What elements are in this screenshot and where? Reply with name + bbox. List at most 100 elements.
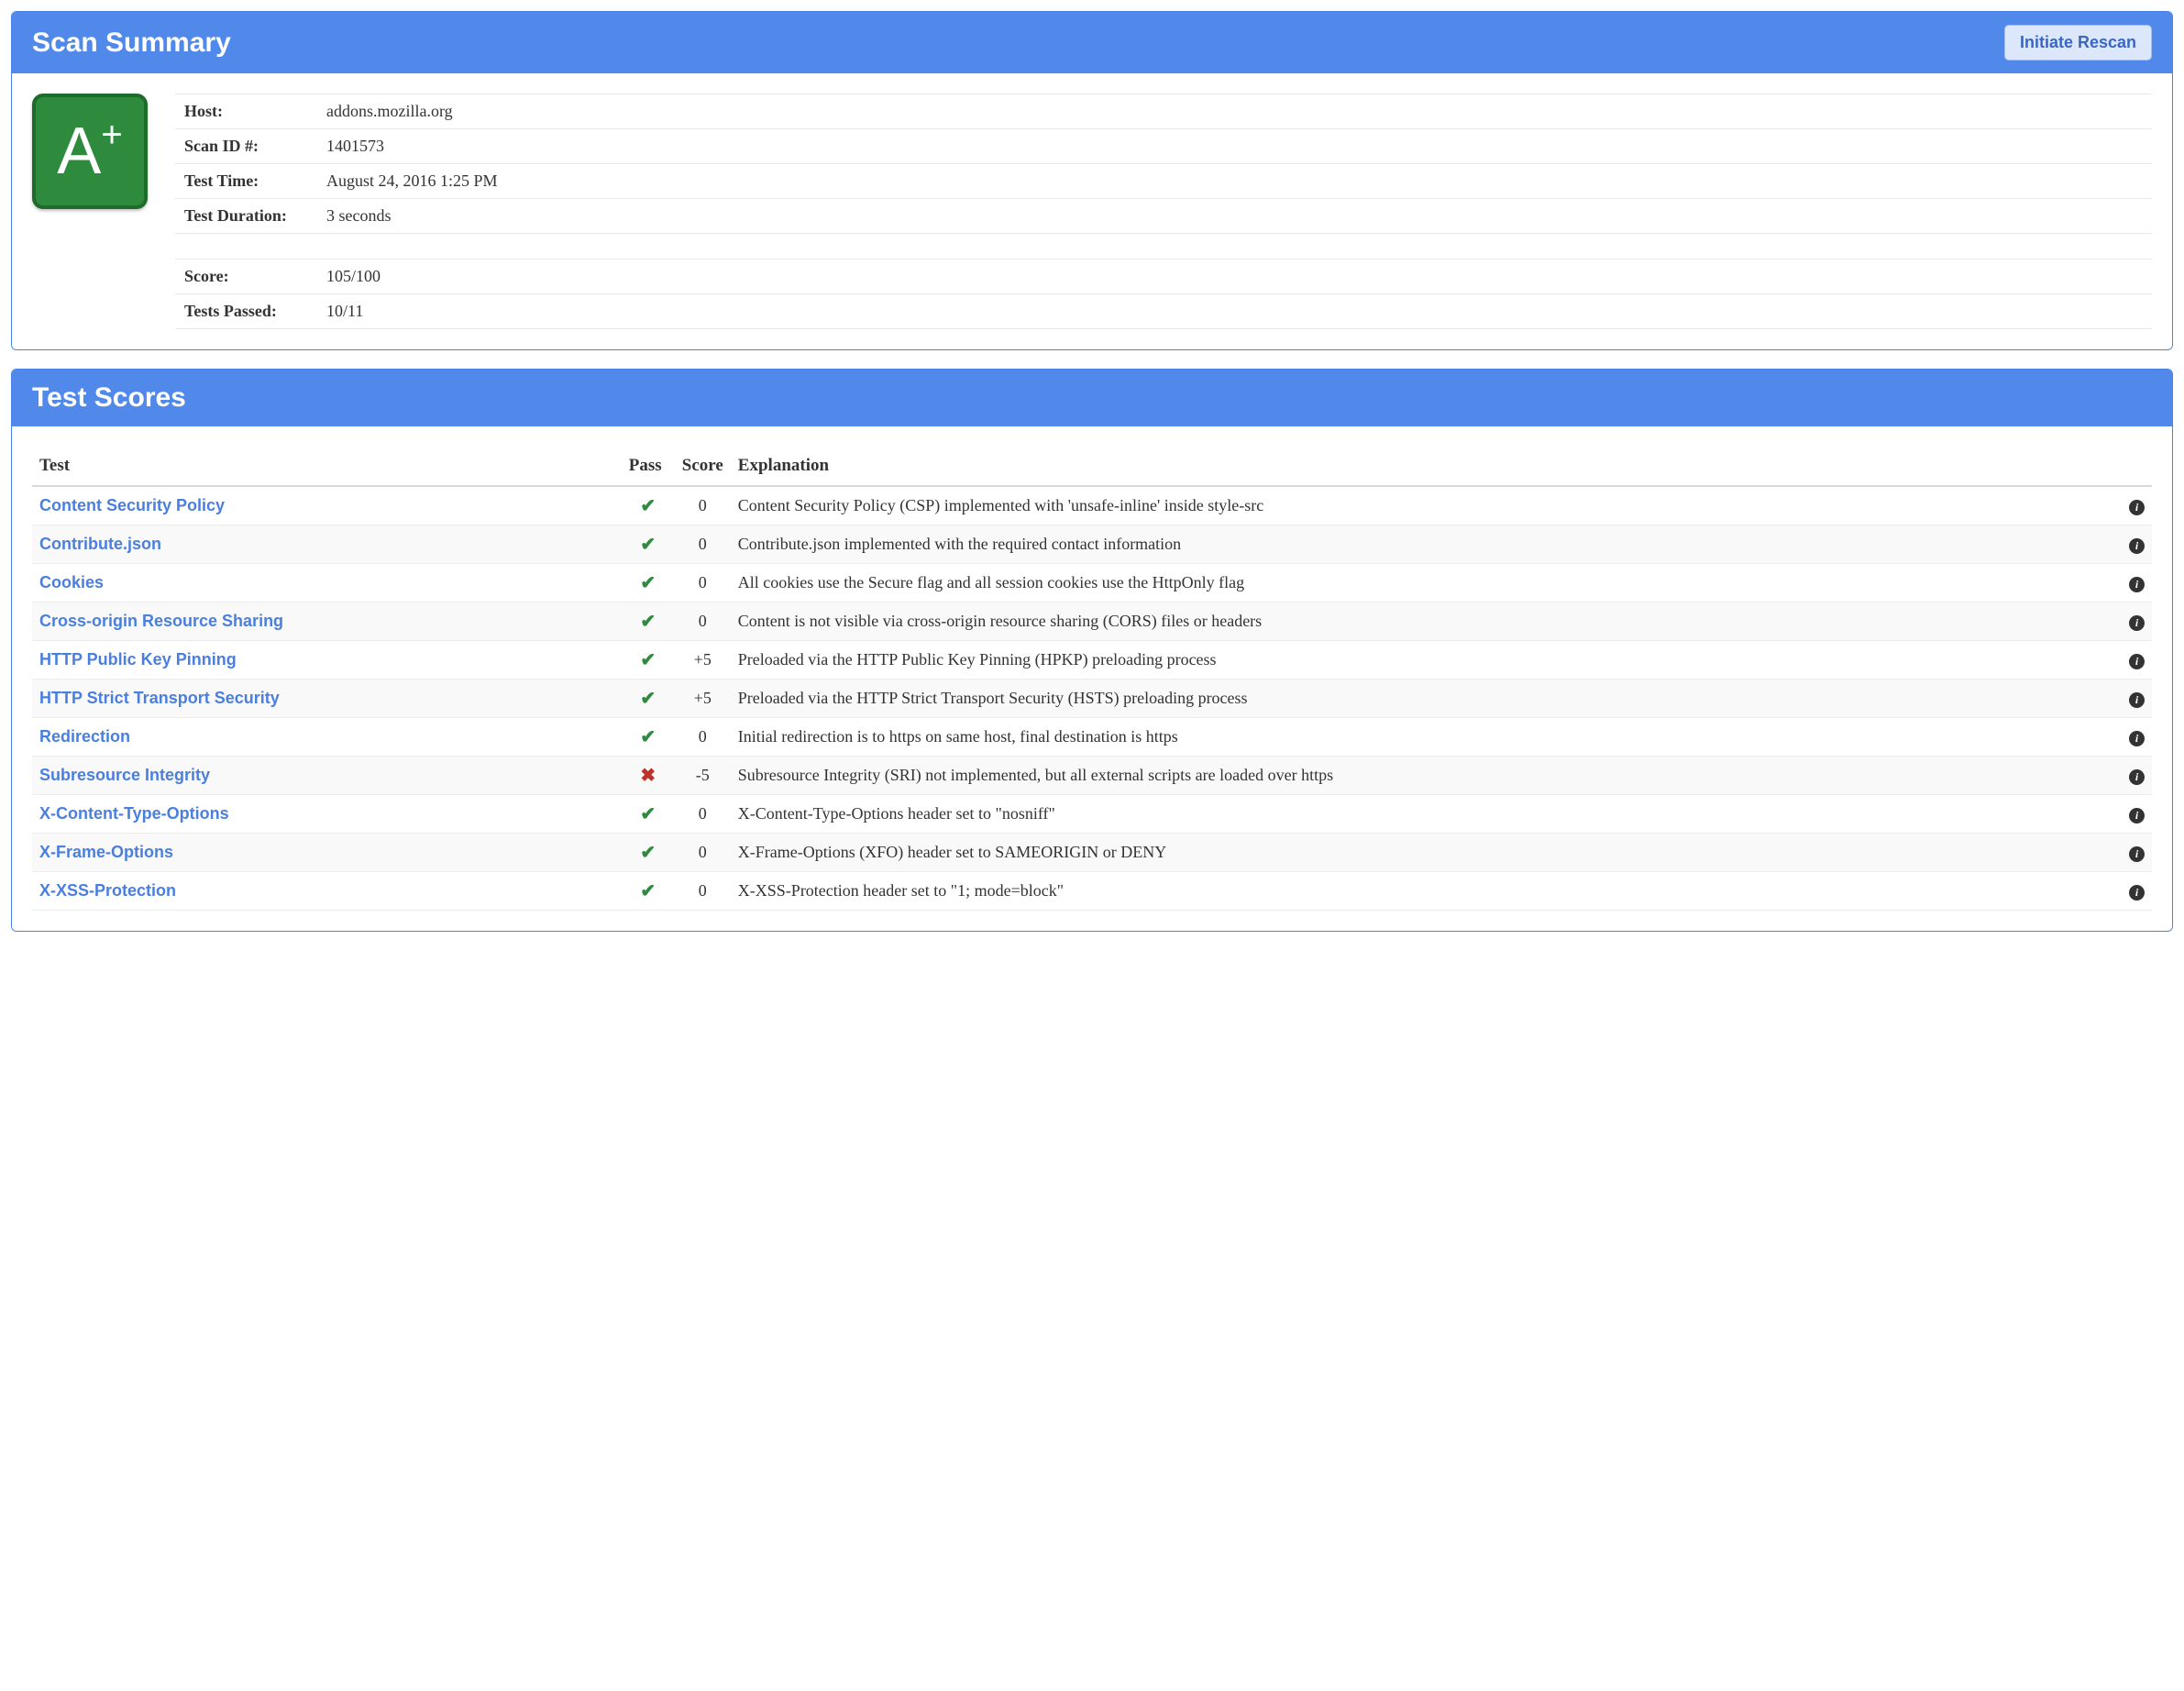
score-value: 0: [675, 602, 731, 641]
score-value: +5: [675, 680, 731, 718]
check-icon: ✔: [640, 689, 656, 709]
test-scores-header: Test Scores: [12, 370, 2172, 426]
test-scores-panel: Test Scores Test Pass Score Explanation …: [11, 369, 2173, 932]
explanation-text: X-XSS-Protection header set to "1; mode=…: [731, 872, 2121, 911]
info-icon[interactable]: i: [2129, 692, 2145, 708]
test-link[interactable]: Subresource Integrity: [39, 766, 210, 784]
test-link[interactable]: Cookies: [39, 573, 104, 591]
check-icon: ✔: [640, 881, 656, 901]
col-test: Test: [32, 447, 622, 486]
test-link[interactable]: Cross-origin Resource Sharing: [39, 612, 283, 630]
info-icon[interactable]: i: [2129, 654, 2145, 669]
explanation-text: Contribute.json implemented with the req…: [731, 525, 2121, 564]
summary-value: 105/100: [317, 260, 2152, 294]
score-value: 0: [675, 564, 731, 602]
test-link[interactable]: HTTP Public Key Pinning: [39, 650, 237, 669]
scan-summary-body: A+ Host: addons.mozilla.org Scan ID #: 1…: [12, 73, 2172, 349]
summary-row-host: Host: addons.mozilla.org: [175, 94, 2152, 129]
explanation-text: Initial redirection is to https on same …: [731, 718, 2121, 757]
explanation-text: Preloaded via the HTTP Strict Transport …: [731, 680, 2121, 718]
table-row: Cross-origin Resource Sharing ✔ 0Content i…: [32, 602, 2152, 641]
col-explanation: Explanation: [731, 447, 2121, 486]
info-icon[interactable]: i: [2129, 846, 2145, 862]
grade-badge: A+: [32, 94, 148, 209]
scan-summary-title: Scan Summary: [32, 28, 231, 59]
summary-value: 10/11: [317, 294, 2152, 329]
info-icon[interactable]: i: [2129, 769, 2145, 785]
test-link[interactable]: X-Content-Type-Options: [39, 804, 229, 823]
table-row: HTTP Strict Transport Security ✔ +5Preload…: [32, 680, 2152, 718]
col-score: Score: [675, 447, 731, 486]
check-icon: ✔: [640, 843, 656, 863]
score-value: +5: [675, 641, 731, 680]
summary-row-tests-passed: Tests Passed: 10/11: [175, 294, 2152, 329]
test-link[interactable]: HTTP Strict Transport Security: [39, 689, 280, 707]
test-link[interactable]: X-XSS-Protection: [39, 881, 176, 900]
info-icon[interactable]: i: [2129, 615, 2145, 631]
score-value: 0: [675, 795, 731, 834]
explanation-text: Content Security Policy (CSP) implemente…: [731, 486, 2121, 525]
test-link[interactable]: Content Security Policy: [39, 496, 225, 514]
explanation-text: X-Content-Type-Options header set to "no…: [731, 795, 2121, 834]
table-row: Subresource Integrity✖-5Subresource Inte…: [32, 757, 2152, 795]
score-value: 0: [675, 872, 731, 911]
explanation-text: Preloaded via the HTTP Public Key Pinnin…: [731, 641, 2121, 680]
scan-summary-header: Scan Summary Initiate Rescan: [12, 12, 2172, 73]
test-link[interactable]: Redirection: [39, 727, 130, 746]
summary-spacer: [175, 234, 2152, 260]
explanation-text: X-Frame-Options (XFO) header set to SAME…: [731, 834, 2121, 872]
test-link[interactable]: X-Frame-Options: [39, 843, 173, 861]
summary-row-test-time: Test Time: August 24, 2016 1:25 PM: [175, 164, 2152, 199]
test-link[interactable]: Contribute.json: [39, 535, 161, 553]
summary-value: August 24, 2016 1:25 PM: [317, 164, 2152, 199]
explanation-text: Content is not visible via cross-origin …: [731, 602, 2121, 641]
summary-value: 1401573: [317, 129, 2152, 164]
col-info: [2121, 447, 2152, 486]
check-icon: ✔: [640, 573, 656, 593]
info-icon[interactable]: i: [2129, 885, 2145, 901]
check-icon: ✔: [640, 535, 656, 555]
summary-label: Test Time:: [175, 164, 317, 199]
scores-table: Test Pass Score Explanation Content Secu…: [32, 447, 2152, 911]
summary-label: Scan ID #:: [175, 129, 317, 164]
score-value: 0: [675, 525, 731, 564]
explanation-text: All cookies use the Secure flag and all …: [731, 564, 2121, 602]
summary-value: 3 seconds: [317, 199, 2152, 234]
score-value: -5: [675, 757, 731, 795]
info-icon[interactable]: i: [2129, 500, 2145, 515]
summary-label: Tests Passed:: [175, 294, 317, 329]
initiate-rescan-button[interactable]: Initiate Rescan: [2004, 25, 2152, 61]
check-icon: ✔: [640, 804, 656, 824]
score-value: 0: [675, 718, 731, 757]
info-icon[interactable]: i: [2129, 538, 2145, 554]
summary-row-scan-id: Scan ID #: 1401573: [175, 129, 2152, 164]
table-row: X-Frame-Options ✔ 0X-Frame-Options (XFO) h…: [32, 834, 2152, 872]
x-icon: ✖: [640, 766, 656, 786]
table-row: Contribute.json ✔ 0Contribute.json impleme…: [32, 525, 2152, 564]
check-icon: ✔: [640, 727, 656, 747]
test-scores-body: Test Pass Score Explanation Content Secu…: [12, 426, 2172, 931]
table-row: Content Security Policy ✔ 0Content Securit…: [32, 486, 2152, 525]
col-pass: Pass: [622, 447, 675, 486]
grade-letter: A: [57, 114, 101, 189]
summary-label: Test Duration:: [175, 199, 317, 234]
info-icon[interactable]: i: [2129, 577, 2145, 592]
test-scores-title: Test Scores: [32, 382, 186, 414]
score-value: 0: [675, 486, 731, 525]
scan-summary-panel: Scan Summary Initiate Rescan A+ Host: ad…: [11, 11, 2173, 350]
info-icon[interactable]: i: [2129, 731, 2145, 746]
check-icon: ✔: [640, 650, 656, 670]
table-row: Cookies ✔ 0All cookies use the Secure flag…: [32, 564, 2152, 602]
table-row: Redirection ✔ 0Initial redirection is to h…: [32, 718, 2152, 757]
table-row: HTTP Public Key Pinning ✔ +5Preloaded via …: [32, 641, 2152, 680]
check-icon: ✔: [640, 612, 656, 632]
table-row: X-XSS-Protection ✔ 0X-XSS-Protection heade…: [32, 872, 2152, 911]
score-value: 0: [675, 834, 731, 872]
summary-row-test-duration: Test Duration: 3 seconds: [175, 199, 2152, 234]
summary-label: Host:: [175, 94, 317, 129]
summary-row-score: Score: 105/100: [175, 260, 2152, 294]
summary-table: Host: addons.mozilla.org Scan ID #: 1401…: [175, 94, 2152, 329]
info-icon[interactable]: i: [2129, 808, 2145, 823]
check-icon: ✔: [640, 496, 656, 516]
summary-value: addons.mozilla.org: [317, 94, 2152, 129]
